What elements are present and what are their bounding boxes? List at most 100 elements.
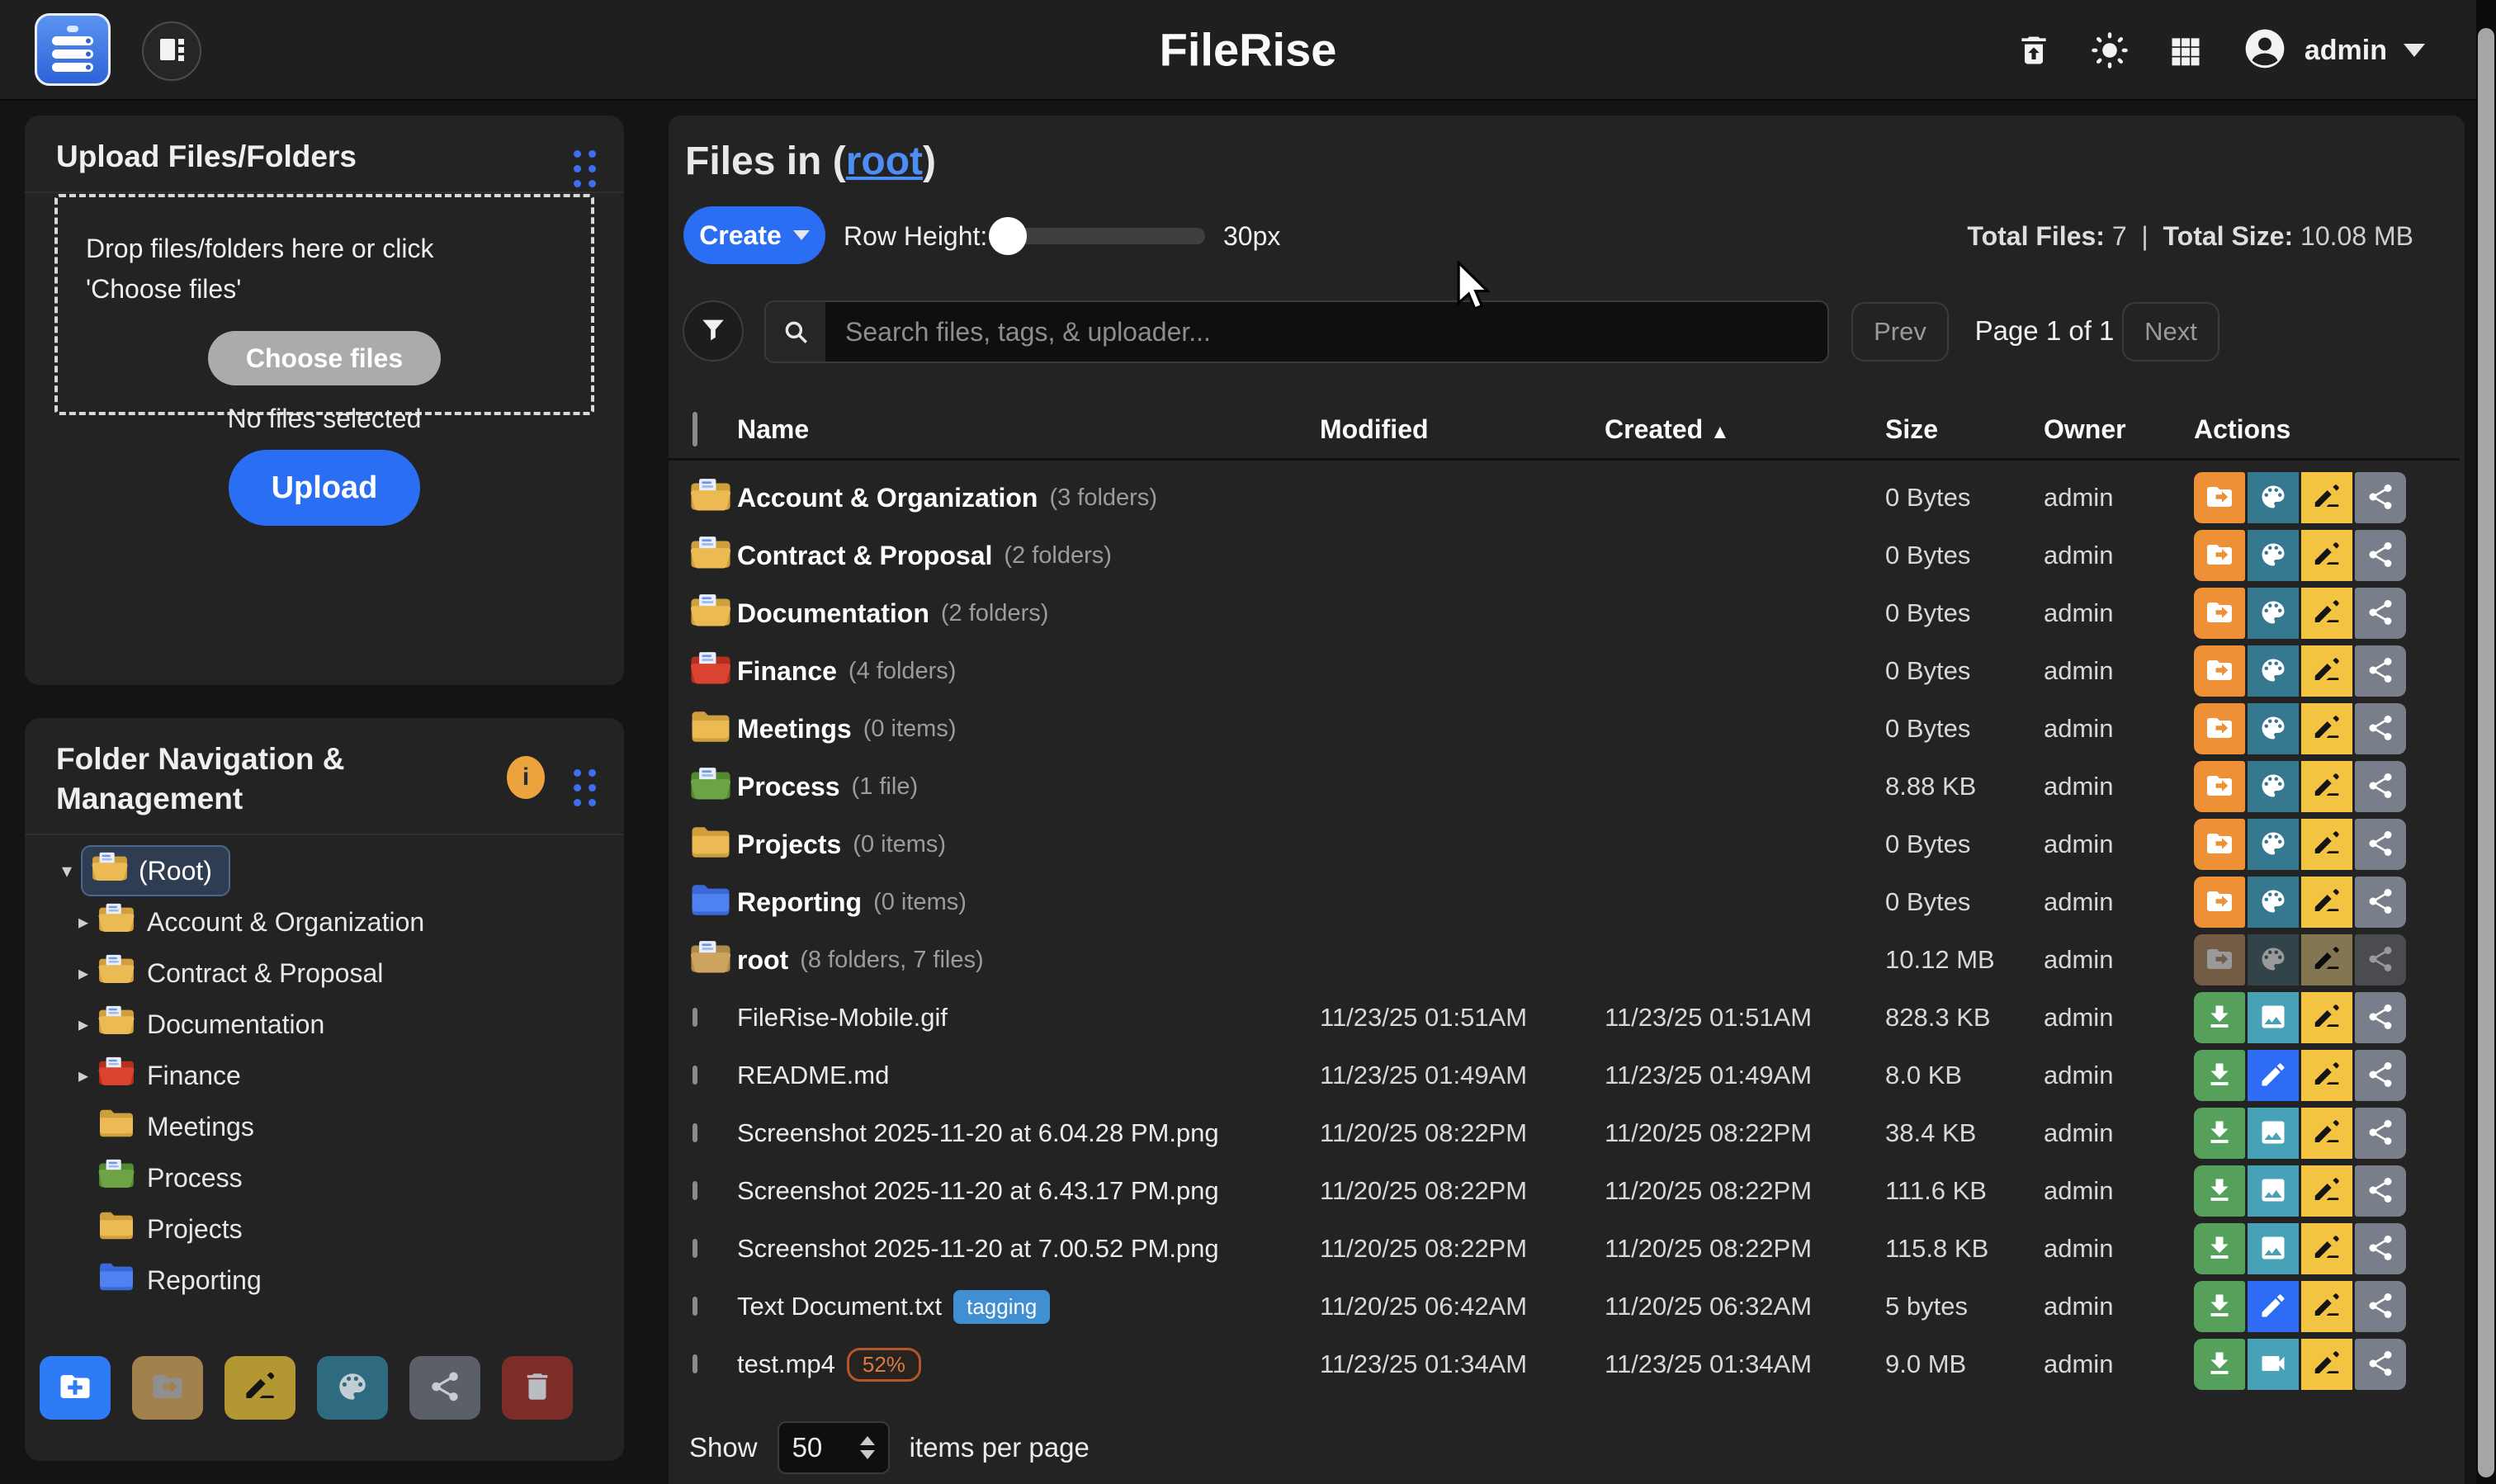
column-header-modified[interactable]: Modified [1320,414,1605,445]
row-height-slider[interactable] [992,228,1205,244]
row-checkbox[interactable] [693,1008,697,1027]
row-checkbox[interactable] [693,1354,697,1373]
folder-row[interactable]: Meetings(0 items)0 Bytesadmin [669,700,2460,758]
file-row[interactable]: FileRise-Mobile.gif11/23/25 01:51AM11/23… [669,989,2460,1047]
rename-button[interactable] [2301,1339,2352,1390]
item-name[interactable]: Projects [737,829,841,860]
search-input[interactable] [825,302,1827,362]
slider-thumb[interactable] [989,217,1027,255]
share-button[interactable] [2355,761,2406,812]
folder-color-button[interactable] [2248,472,2299,523]
toggle-sidebar-button[interactable] [142,21,201,81]
create-button[interactable]: Create [683,206,825,264]
share-button[interactable] [2355,588,2406,639]
rename-button[interactable] [2301,819,2352,870]
file-row[interactable]: Screenshot 2025-11-20 at 7.00.52 PM.png1… [669,1220,2460,1278]
move-folder-button[interactable] [2194,819,2245,870]
folder-row[interactable]: Account & Organization(3 folders)0 Bytes… [669,469,2460,527]
prev-page-button[interactable]: Prev [1851,302,1949,362]
share-button[interactable] [2355,645,2406,697]
edit-file-button[interactable] [2248,1281,2299,1332]
rename-button[interactable] [2301,1281,2352,1332]
row-checkbox[interactable] [693,1123,697,1142]
share-button[interactable] [2355,703,2406,754]
file-row[interactable]: test.mp452%11/23/25 01:34AM11/23/25 01:3… [669,1335,2460,1393]
rename-button[interactable] [2301,1223,2352,1274]
folder-row[interactable]: Projects(0 items)0 Bytesadmin [669,815,2460,873]
folder-row[interactable]: Finance(4 folders)0 Bytesadmin [669,642,2460,700]
folder-color-button[interactable] [2248,588,2299,639]
rename-button[interactable] [2301,1108,2352,1159]
tree-caret-icon[interactable]: ▸ [69,1013,97,1037]
tree-item-documentation[interactable]: ▸Documentation [25,999,624,1050]
item-name[interactable]: Reporting [737,887,862,918]
item-name[interactable]: Documentation [737,598,929,629]
color-folder-button[interactable] [317,1356,388,1420]
move-folder-button[interactable] [2194,530,2245,581]
preview-button[interactable] [2248,992,2299,1043]
page-scrollbar[interactable] [2476,0,2496,1484]
column-header-name[interactable]: Name [737,414,1320,445]
move-folder-button[interactable] [132,1356,203,1420]
item-name[interactable]: README.md [737,1061,889,1090]
download-button[interactable] [2194,1339,2245,1390]
drag-handle-icon[interactable] [574,150,596,187]
rename-button[interactable] [2301,761,2352,812]
choose-files-button[interactable]: Choose files [208,331,441,385]
item-name[interactable]: Process [737,772,840,802]
filter-button[interactable] [683,300,744,362]
file-dropzone[interactable]: Drop files/folders here or click 'Choose… [54,194,594,415]
row-checkbox[interactable] [693,1181,697,1200]
preview-button[interactable] [2248,1339,2299,1390]
share-button[interactable] [2355,1339,2406,1390]
folder-row[interactable]: root(8 folders, 7 files)10.12 MBadmin [669,931,2460,989]
file-row[interactable]: Screenshot 2025-11-20 at 6.43.17 PM.png1… [669,1162,2460,1220]
tree-item-reporting[interactable]: Reporting [25,1255,624,1306]
apps-grid-button[interactable] [2166,31,2205,70]
tree-caret-icon[interactable]: ▾ [53,859,81,883]
item-name[interactable]: Screenshot 2025-11-20 at 6.04.28 PM.png [737,1118,1219,1148]
row-checkbox[interactable] [693,1239,697,1258]
rename-button[interactable] [2301,1165,2352,1217]
share-button[interactable] [2355,530,2406,581]
item-name[interactable]: test.mp4 [737,1349,835,1379]
preview-button[interactable] [2248,1223,2299,1274]
column-header-size[interactable]: Size [1885,414,2044,445]
share-button[interactable] [2355,1108,2406,1159]
folder-color-button[interactable] [2248,645,2299,697]
download-button[interactable] [2194,1165,2245,1217]
move-folder-button[interactable] [2194,645,2245,697]
download-button[interactable] [2194,992,2245,1043]
item-name[interactable]: Meetings [737,714,852,744]
share-button[interactable] [2355,1165,2406,1217]
move-folder-button[interactable] [2194,703,2245,754]
file-row[interactable]: Screenshot 2025-11-20 at 6.04.28 PM.png1… [669,1104,2460,1162]
tree-item-account-organization[interactable]: ▸Account & Organization [25,896,624,948]
tree-item-projects[interactable]: Projects [25,1203,624,1255]
file-row[interactable]: README.md11/23/25 01:49AM11/23/25 01:49A… [669,1047,2460,1104]
root-breadcrumb-link[interactable]: root [846,139,923,183]
move-folder-button[interactable] [2194,472,2245,523]
folder-color-button[interactable] [2248,761,2299,812]
share-button[interactable] [2355,1223,2406,1274]
move-folder-button[interactable] [2194,761,2245,812]
move-folder-button[interactable] [2194,934,2245,985]
new-folder-button[interactable] [40,1356,111,1420]
upload-button[interactable]: Upload [229,450,420,526]
rename-button[interactable] [2301,934,2352,985]
share-button[interactable] [2355,992,2406,1043]
tree-item-process[interactable]: Process [25,1152,624,1203]
row-checkbox[interactable] [693,1066,697,1085]
tree-item-finance[interactable]: ▸Finance [25,1050,624,1101]
share-button[interactable] [2355,877,2406,928]
tree-item--root-[interactable]: ▾(Root) [25,845,624,896]
column-header-created[interactable]: Created ▲ [1605,414,1885,445]
rename-button[interactable] [2301,588,2352,639]
download-button[interactable] [2194,1050,2245,1101]
item-name[interactable]: FileRise-Mobile.gif [737,1003,948,1033]
folder-row[interactable]: Documentation(2 folders)0 Bytesadmin [669,584,2460,642]
tree-item-meetings[interactable]: Meetings [25,1101,624,1152]
item-name[interactable]: Finance [737,656,837,687]
rename-button[interactable] [2301,530,2352,581]
share-button[interactable] [2355,1281,2406,1332]
